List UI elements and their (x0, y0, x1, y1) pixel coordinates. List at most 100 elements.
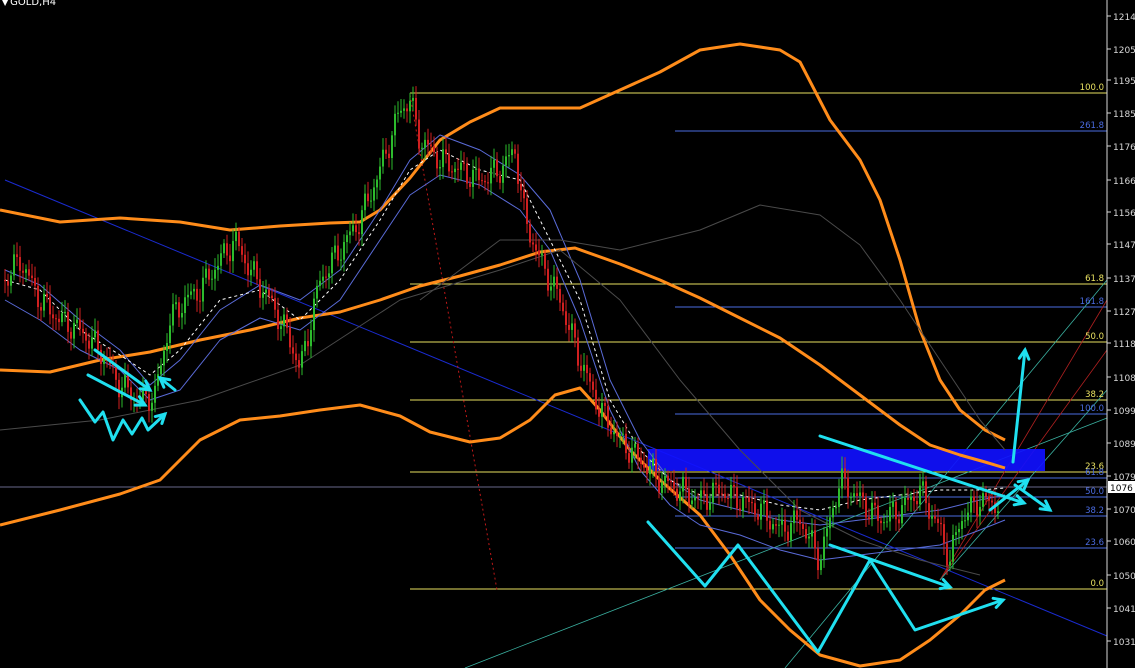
candle-body (574, 323, 576, 338)
candle-body (313, 298, 315, 331)
candle-body (511, 149, 513, 156)
candle-body (748, 497, 750, 502)
wave-arrow-up-target (1011, 348, 1027, 464)
candle-body (508, 155, 510, 157)
candle-body (223, 243, 225, 254)
candle-body (826, 528, 828, 537)
candle-body (169, 325, 171, 344)
candle-body (889, 506, 891, 522)
candle-body (910, 496, 912, 500)
candle-body (436, 152, 438, 169)
price-chart[interactable]: 100.0 61.8 50.0 38.2 23.6 0.0 261.8 161.8 100.0 6… (0, 0, 1135, 668)
candle-body (601, 402, 603, 417)
candle-body (178, 302, 180, 318)
candle-body (922, 481, 924, 486)
candle-body (760, 503, 762, 520)
candle-body (487, 182, 489, 184)
candle-body (682, 476, 684, 492)
candle-body (124, 374, 126, 388)
candle-body (166, 343, 168, 351)
candle-body (976, 501, 978, 517)
candle-body (559, 288, 561, 303)
candle-body (175, 302, 177, 305)
candle-body (349, 231, 351, 236)
candle-body (187, 294, 189, 298)
candle-body (820, 560, 822, 571)
candle-body (454, 168, 456, 173)
candle-body (709, 502, 711, 510)
candle-body (391, 135, 393, 158)
fib-second-label: 161.8 (1080, 297, 1104, 307)
candle-body (478, 168, 480, 181)
candle-body (940, 522, 942, 525)
candle-body (94, 330, 96, 338)
candle-body (520, 183, 522, 191)
candle-body (28, 269, 30, 276)
resistance-zone-rect (648, 449, 1045, 471)
candle-body (739, 508, 741, 511)
candle-body (499, 176, 501, 183)
candle-body (694, 497, 696, 501)
candle-body (214, 269, 216, 279)
candle-body (541, 253, 543, 256)
price-tick-label: 1195 (1113, 77, 1135, 87)
candle-body (343, 242, 345, 260)
candle-body (481, 180, 483, 182)
candle-body (973, 496, 975, 502)
dropdown-triangle-icon[interactable]: ▼ (2, 0, 8, 7)
candle-body (184, 297, 186, 314)
candle-body (985, 493, 987, 497)
candle-body (427, 139, 429, 145)
candle-body (805, 528, 807, 539)
candle-body (376, 179, 378, 188)
candle-body (664, 475, 666, 483)
candle-body (19, 257, 21, 271)
candle-body (727, 497, 729, 499)
candlesticks (4, 86, 999, 580)
candle-body (907, 497, 909, 500)
price-axis[interactable]: 1214 1205 1195 1185 1176 1166 1156 1147 1137 1127… (1106, 0, 1135, 668)
candle-body (607, 405, 609, 428)
candle-body (463, 162, 465, 164)
candle-body (844, 468, 846, 478)
resistance-zone[interactable] (648, 449, 1045, 471)
candle-body (652, 458, 654, 467)
candle-body (850, 497, 852, 499)
bollinger-lower-band (0, 386, 1006, 668)
price-tick-label: 1041 (1113, 605, 1135, 615)
candle-body (472, 169, 474, 187)
candle-body (745, 497, 747, 499)
chart-window[interactable]: 100.0 61.8 50.0 38.2 23.6 0.0 261.8 161.8 100.0 6… (0, 0, 1135, 668)
candle-body (190, 291, 192, 295)
candle-body (493, 159, 495, 168)
candle-body (46, 293, 48, 297)
candle-body (595, 389, 597, 410)
candle-body (397, 112, 399, 114)
candle-body (388, 153, 390, 158)
candle-body (931, 516, 933, 519)
candle-body (637, 443, 639, 458)
candle-body (43, 293, 45, 311)
candle-body (535, 244, 537, 251)
candle-body (925, 481, 927, 504)
candle-body (868, 517, 870, 520)
candle-body (31, 275, 33, 279)
candle-body (991, 500, 993, 503)
candle-body (877, 505, 879, 521)
candle-body (457, 168, 459, 170)
candle-body (700, 490, 702, 498)
price-tick-label: 1214 (1113, 13, 1135, 23)
candle-body (118, 379, 120, 398)
candle-body (568, 324, 570, 330)
candle-body (292, 347, 294, 354)
candle-body (886, 521, 888, 523)
candle-body (847, 477, 849, 498)
price-tick-label: 1118 (1113, 340, 1135, 350)
price-tick-label: 1147 (1113, 241, 1135, 251)
candle-body (37, 285, 39, 308)
candle-body (469, 183, 471, 187)
candle-body (460, 162, 462, 170)
candle-body (583, 364, 585, 371)
candle-body (163, 350, 165, 366)
candle-body (706, 494, 708, 510)
